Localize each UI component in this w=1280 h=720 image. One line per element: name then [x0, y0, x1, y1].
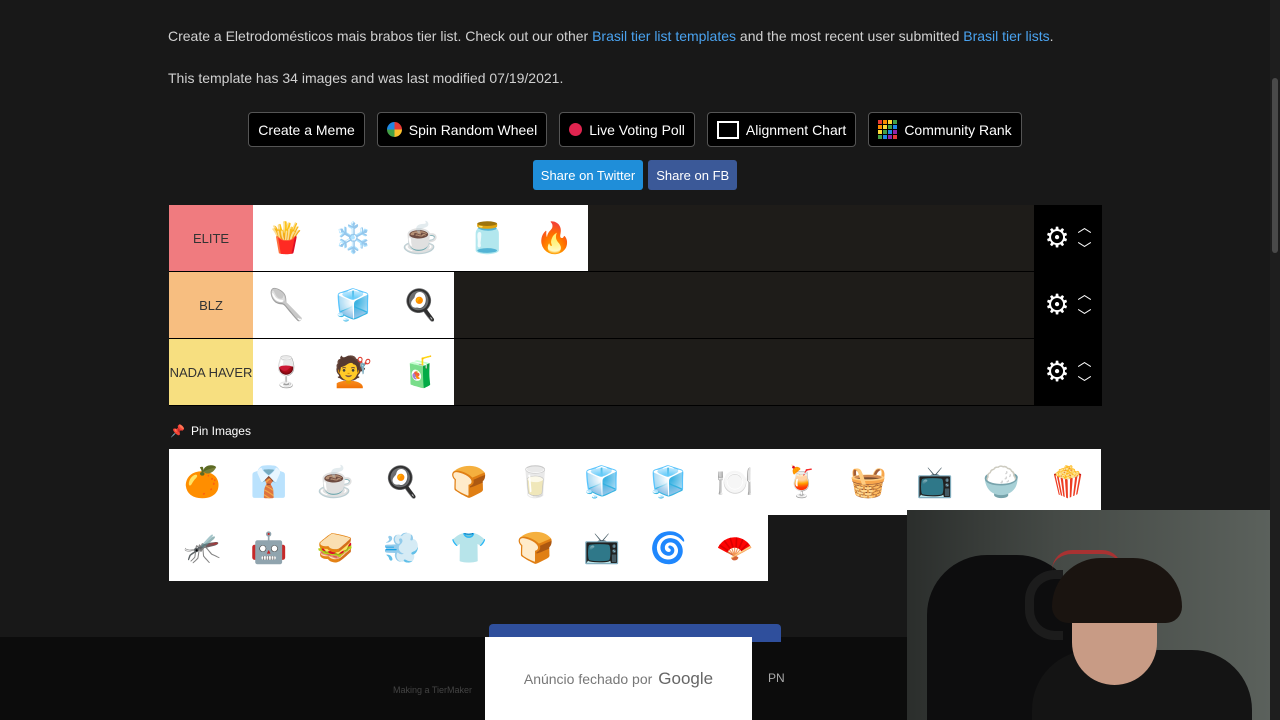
brasil-templates-link[interactable]: Brasil tier list templates [592, 28, 736, 44]
appliance-image[interactable]: 📺 [568, 515, 636, 581]
pin-images-label: Pin Images [190, 424, 251, 438]
live-poll-label: Live Voting Poll [589, 121, 685, 138]
tier-items: 🍷 💇 🧃 [253, 339, 1034, 405]
share-twitter-button[interactable]: Share on Twitter [532, 160, 644, 190]
record-dot-icon [569, 123, 583, 136]
community-rank-label: Community Rank [904, 121, 1012, 138]
appliance-image[interactable]: 👕 [435, 515, 502, 581]
wheel-icon [386, 122, 402, 137]
tier-row: BLZ 🥄 🧊 🍳 ⚙ ︿ ﹀ [169, 272, 1102, 339]
chevron-down-icon[interactable]: ﹀ [1078, 309, 1092, 323]
chevron-down-icon[interactable]: ﹀ [1078, 376, 1092, 390]
appliance-image[interactable]: 🧊 [568, 449, 636, 515]
gear-icon[interactable]: ⚙ [1044, 291, 1069, 319]
tier-controls: ⚙ ︿ ﹀ [1034, 205, 1102, 271]
tier-items: 🍟 ❄️ ☕ 🫙 🔥 [253, 205, 1034, 271]
create-meme-button[interactable]: Create a Meme [248, 112, 365, 147]
template-meta: This template has 34 images and was last… [168, 70, 564, 86]
appliance-image[interactable]: 🍚 [968, 449, 1035, 515]
intro-post: . [1049, 28, 1054, 44]
share-fb-button[interactable]: Share on FB [648, 160, 738, 190]
ad-closed-text: Anúncio fechado por [523, 670, 653, 687]
appliance-image[interactable]: 🧃 [387, 339, 454, 405]
chevron-up-icon[interactable]: ︿ [1078, 220, 1092, 234]
intro-mid: and the most recent user submitted [736, 28, 964, 44]
gear-icon[interactable]: ⚙ [1044, 358, 1069, 386]
chevron-up-icon[interactable]: ︿ [1078, 287, 1092, 301]
appliance-image[interactable]: 🥪 [302, 515, 369, 581]
appliance-image[interactable]: 🪭 [701, 515, 769, 581]
scrollbar-thumb[interactable] [1272, 78, 1278, 253]
appliance-image[interactable]: 🤖 [235, 515, 303, 581]
chevron-down-icon[interactable]: ﹀ [1078, 242, 1092, 256]
pin-icon: 📌 [170, 424, 185, 438]
share-buttons: Share on Twitter Share on FB [0, 160, 1270, 190]
streamer-hair [1052, 558, 1182, 623]
page-scrollbar[interactable] [1270, 0, 1280, 720]
appliance-image[interactable]: 🍹 [768, 449, 835, 515]
tier-label[interactable]: NADA HAVER [169, 339, 253, 405]
gear-icon[interactable]: ⚙ [1044, 224, 1069, 252]
appliance-image[interactable]: 👔 [235, 449, 303, 515]
live-poll-button[interactable]: Live Voting Poll [559, 112, 695, 147]
appliance-image[interactable]: ☕ [387, 205, 454, 271]
appliance-image[interactable]: 🍽️ [701, 449, 769, 515]
grid-icon [716, 120, 739, 139]
tier-controls: ⚙ ︿ ﹀ [1034, 272, 1102, 338]
tier-controls: ⚙ ︿ ﹀ [1034, 339, 1102, 405]
create-meme-label: Create a Meme [258, 121, 355, 138]
spin-wheel-label: Spin Random Wheel [408, 121, 538, 138]
appliance-image[interactable]: 💨 [368, 515, 436, 581]
tier-list: ELITE 🍟 ❄️ ☕ 🫙 🔥 ⚙ ︿ ﹀ BLZ 🥄 🧊 🍳 ⚙ ︿ ﹀ NADA HAVER 🍷 💇 🧃 ⚙ ︿ ﹀ [169, 205, 1102, 406]
spin-wheel-button[interactable]: Spin Random Wheel [376, 112, 548, 147]
appliance-image[interactable]: 🌀 [635, 515, 702, 581]
appliance-image[interactable]: 🔥 [521, 205, 588, 271]
appliance-image[interactable]: ❄️ [320, 205, 387, 271]
tier-items: 🥄 🧊 🍳 [253, 272, 1034, 338]
tier-label[interactable]: BLZ [169, 272, 253, 338]
appliance-image[interactable]: 🥄 [253, 272, 320, 338]
tier-label[interactable]: ELITE [169, 205, 253, 271]
alignment-chart-button[interactable]: Alignment Chart [706, 112, 857, 147]
appliance-image[interactable]: ☕ [302, 449, 369, 515]
appliance-image[interactable]: 🍟 [253, 205, 320, 271]
brasil-tier-lists-link[interactable]: Brasil tier lists [963, 28, 1049, 44]
appliance-image[interactable]: 🍳 [368, 449, 436, 515]
appliance-image[interactable]: 💇 [320, 339, 387, 405]
chevron-up-icon[interactable]: ︿ [1078, 354, 1092, 368]
appliance-image[interactable]: 🥛 [501, 449, 569, 515]
colored-grid-icon [878, 120, 898, 139]
ad-closed-box: Anúncio fechado por Google [485, 637, 752, 720]
google-logo: Google [658, 668, 714, 688]
appliance-image[interactable]: 🧺 [834, 449, 902, 515]
community-rank-button[interactable]: Community Rank [868, 112, 1022, 147]
appliance-image[interactable]: 🍊 [169, 449, 236, 515]
intro-pre: Create a Eletrodomésticos mais brabos ti… [168, 28, 593, 44]
appliance-image[interactable]: 🍿 [1034, 449, 1102, 515]
appliance-image[interactable]: 📺 [901, 449, 969, 515]
tier-row: ELITE 🍟 ❄️ ☕ 🫙 🔥 ⚙ ︿ ﹀ [169, 205, 1102, 272]
pn-label: PN [768, 671, 785, 685]
appliance-image[interactable]: 🫙 [454, 205, 521, 271]
action-buttons: Create a Meme Spin Random Wheel Live Vot… [0, 112, 1270, 147]
webcam-overlay [907, 510, 1280, 720]
appliance-image[interactable]: 🍳 [387, 272, 454, 338]
alignment-chart-label: Alignment Chart [745, 121, 847, 138]
appliance-image[interactable]: 🍞 [435, 449, 502, 515]
tier-row: NADA HAVER 🍷 💇 🧃 ⚙ ︿ ﹀ [169, 339, 1102, 406]
appliance-image[interactable]: 🍷 [253, 339, 320, 405]
appliance-image[interactable]: 🧊 [320, 272, 387, 338]
pin-images-toggle[interactable]: 📌 Pin Images [170, 424, 251, 438]
footer-faint-text: Making a TierMaker [393, 685, 473, 695]
appliance-image[interactable]: 🍞 [501, 515, 569, 581]
appliance-image[interactable]: 🧊 [635, 449, 702, 515]
intro-text: Create a Eletrodomésticos mais brabos ti… [168, 28, 1054, 44]
appliance-image[interactable]: 🦟 [169, 515, 236, 581]
